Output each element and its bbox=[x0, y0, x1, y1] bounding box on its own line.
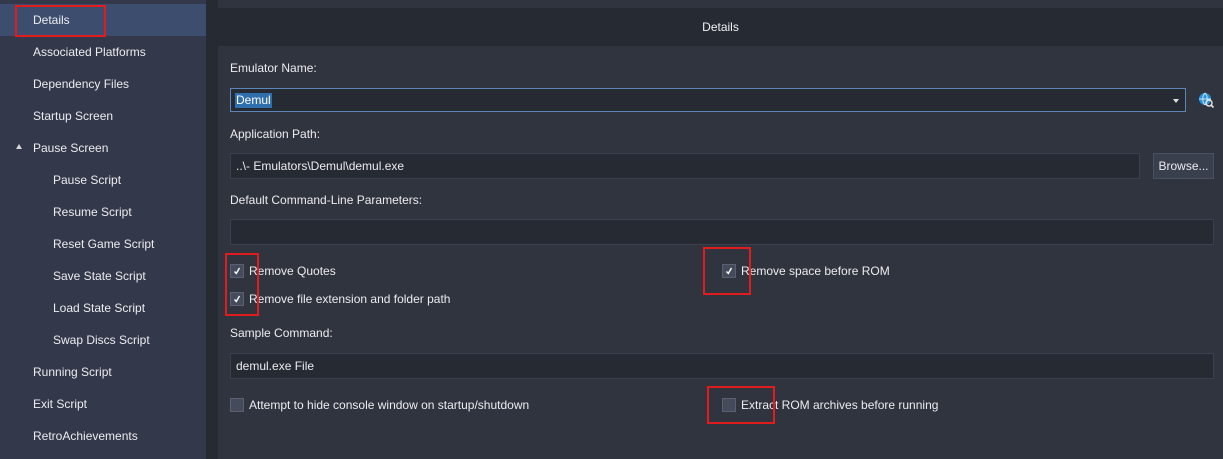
sidebar-item-label: Load State Script bbox=[53, 301, 146, 315]
checkmark-icon bbox=[234, 267, 240, 275]
sidebar-item-retroachievements[interactable]: RetroAchievements bbox=[0, 420, 206, 452]
sidebar-item-pause-script[interactable]: Pause Script bbox=[0, 164, 206, 196]
sidebar-item-label: RetroAchievements bbox=[33, 429, 138, 443]
command-line-label: Default Command-Line Parameters: bbox=[230, 193, 423, 207]
sidebar-nav: Details Associated Platforms Dependency … bbox=[0, 0, 206, 459]
checkbox-box[interactable] bbox=[722, 398, 736, 412]
sidebar-item-label: Swap Discs Script bbox=[53, 333, 150, 347]
sidebar-item-pause-screen[interactable]: Pause Screen bbox=[0, 132, 206, 164]
expander-collapse-icon[interactable] bbox=[16, 144, 22, 149]
sidebar-item-label: Dependency Files bbox=[33, 77, 130, 91]
sidebar-item-label: Pause Screen bbox=[33, 141, 109, 155]
sidebar-item-label: Running Script bbox=[33, 365, 112, 379]
checkbox-box[interactable] bbox=[230, 292, 244, 306]
command-line-input[interactable] bbox=[230, 219, 1214, 245]
sidebar-item-reset-game-script[interactable]: Reset Game Script bbox=[0, 228, 206, 260]
sidebar-item-swap-discs-script[interactable]: Swap Discs Script bbox=[0, 324, 206, 356]
sidebar-item-label: Details bbox=[33, 13, 70, 27]
checkbox-box[interactable] bbox=[230, 398, 244, 412]
checkbox-label: Remove space before ROM bbox=[741, 264, 890, 278]
sidebar-item-label: Pause Script bbox=[53, 173, 122, 187]
checkbox-box[interactable] bbox=[230, 264, 244, 278]
sidebar-item-running-script[interactable]: Running Script bbox=[0, 356, 206, 388]
sidebar-item-save-state-script[interactable]: Save State Script bbox=[0, 260, 206, 292]
sidebar-item-label: Associated Platforms bbox=[33, 45, 146, 59]
sidebar-splitter[interactable] bbox=[206, 0, 218, 459]
sample-command-label: Sample Command: bbox=[230, 326, 333, 340]
sidebar-item-label: Resume Script bbox=[53, 205, 132, 219]
sidebar-item-details[interactable]: Details bbox=[0, 4, 206, 36]
sidebar-item-label: Reset Game Script bbox=[53, 237, 155, 251]
sidebar-item-label: Exit Script bbox=[33, 397, 88, 411]
application-path-label: Application Path: bbox=[230, 127, 321, 141]
emulator-name-value[interactable]: Demul bbox=[235, 93, 272, 108]
sidebar-item-load-state-script[interactable]: Load State Script bbox=[0, 292, 206, 324]
panel-title: Details bbox=[218, 8, 1223, 46]
sidebar-item-startup-screen[interactable]: Startup Screen bbox=[0, 100, 206, 132]
sidebar-item-label: Startup Screen bbox=[33, 109, 114, 123]
globe-search-icon[interactable] bbox=[1198, 92, 1214, 108]
chevron-down-icon[interactable] bbox=[1173, 99, 1179, 103]
browse-button[interactable]: Browse... bbox=[1153, 153, 1214, 179]
checkbox-label: Remove file extension and folder path bbox=[249, 292, 451, 306]
checkmark-icon bbox=[234, 295, 240, 303]
emulator-name-combobox[interactable]: Demul bbox=[230, 88, 1186, 112]
sidebar-item-resume-script[interactable]: Resume Script bbox=[0, 196, 206, 228]
checkbox-box[interactable] bbox=[722, 264, 736, 278]
checkbox-label: Remove Quotes bbox=[249, 264, 336, 278]
sidebar-item-associated-platforms[interactable]: Associated Platforms bbox=[0, 36, 206, 68]
sample-command-field: demul.exe File bbox=[230, 353, 1214, 379]
checkbox-label: Extract ROM archives before running bbox=[741, 398, 939, 412]
details-panel: Details Emulator Name: Demul Application… bbox=[218, 0, 1223, 459]
sidebar-item-label: Save State Script bbox=[53, 269, 146, 283]
checkmark-icon bbox=[726, 267, 732, 275]
sidebar-item-exit-script[interactable]: Exit Script bbox=[0, 388, 206, 420]
sidebar-item-dependency-files[interactable]: Dependency Files bbox=[0, 68, 206, 100]
application-path-input[interactable]: ..\- Emulators\Demul\demul.exe bbox=[230, 153, 1140, 179]
checkbox-label: Attempt to hide console window on startu… bbox=[249, 398, 530, 412]
emulator-name-label: Emulator Name: bbox=[230, 61, 317, 75]
